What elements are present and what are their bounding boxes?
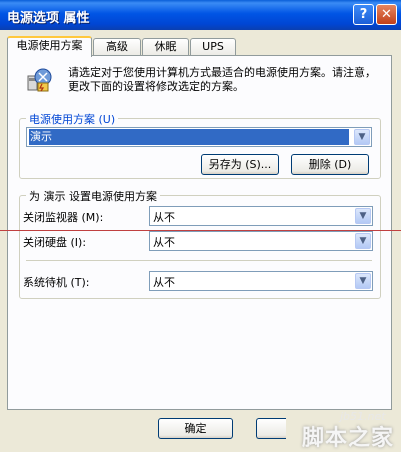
- scheme-settings-group: 为 演示 设置电源使用方案 关闭监视器 (M): 从不 ▼ 关闭硬盘 (I): …: [19, 188, 381, 299]
- tab-power-schemes[interactable]: 电源使用方案: [7, 36, 92, 57]
- power-scheme-group-label: 电源使用方案 (U): [26, 111, 119, 127]
- system-standby-value: 从不: [153, 276, 175, 289]
- chevron-down-icon[interactable]: ▼: [355, 273, 371, 289]
- cancel-button[interactable]: [256, 418, 286, 439]
- title-bar[interactable]: 电源选项 属性 ? ✕: [0, 0, 401, 30]
- chevron-down-icon[interactable]: ▼: [355, 233, 371, 249]
- power-scheme-value: 演示: [29, 129, 349, 145]
- save-as-button[interactable]: 另存为 (S)...: [201, 154, 279, 175]
- chevron-down-icon[interactable]: ▼: [355, 208, 371, 224]
- hard-disk-off-select[interactable]: 从不 ▼: [149, 231, 373, 251]
- power-scheme-group: 电源使用方案 (U) 演示 ▼ 另存为 (S)... 删除 (D): [19, 111, 381, 179]
- system-standby-label: 系统待机 (T):: [23, 276, 90, 289]
- ok-button[interactable]: 确定: [158, 418, 233, 439]
- tab-hibernate[interactable]: 休眠: [142, 38, 189, 55]
- help-button[interactable]: ?: [353, 4, 374, 25]
- hard-disk-off-value: 从不: [153, 236, 175, 249]
- tab-panel: 请选定对于您使用计算机方式最适合的电源使用方案。请注意，更改下面的设置将修改选定…: [7, 55, 392, 410]
- annotation-line: [0, 230, 401, 231]
- monitor-off-select[interactable]: 从不 ▼: [149, 206, 373, 226]
- monitor-off-value: 从不: [153, 211, 175, 224]
- watermark-brand: 脚本之家: [302, 426, 395, 451]
- tab-advanced[interactable]: 高级: [93, 38, 141, 55]
- power-scheme-select[interactable]: 演示 ▼: [26, 127, 372, 147]
- chevron-down-icon[interactable]: ▼: [354, 129, 370, 145]
- window-title: 电源选项 属性: [7, 11, 90, 26]
- scheme-settings-group-label: 为 演示 设置电源使用方案: [26, 188, 160, 204]
- monitor-off-label: 关闭监视器 (M):: [23, 211, 104, 224]
- power-options-icon: [27, 68, 52, 92]
- system-standby-select[interactable]: 从不 ▼: [149, 271, 373, 291]
- divider: [26, 260, 372, 261]
- scheme-description: 请选定对于您使用计算机方式最适合的电源使用方案。请注意，更改下面的设置将修改选定…: [68, 66, 376, 93]
- tab-ups[interactable]: UPS: [190, 38, 236, 55]
- close-button[interactable]: ✕: [376, 4, 397, 25]
- delete-button[interactable]: 删除 (D): [291, 154, 369, 175]
- hard-disk-off-label: 关闭硬盘 (I):: [23, 236, 87, 249]
